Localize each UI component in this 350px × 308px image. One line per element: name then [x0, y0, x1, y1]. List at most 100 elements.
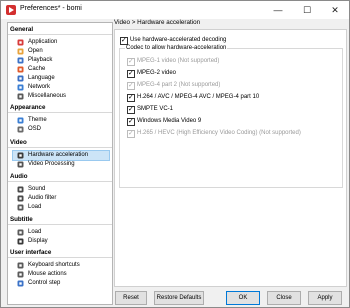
category-separator [8, 147, 112, 148]
category-user-interface[interactable]: User interface [10, 249, 51, 256]
category-general[interactable]: General [10, 26, 33, 33]
sidebar-item-label: Hardware acceleration [28, 152, 89, 158]
sidebar-item-label: Mouse actions [28, 271, 67, 277]
sidebar-item-label: Language [28, 75, 55, 81]
keyboard-icon [17, 262, 24, 269]
osd-icon [17, 126, 24, 133]
codec-checkbox[interactable] [127, 117, 135, 126]
load-icon [17, 204, 24, 211]
sidebar-item-language[interactable]: Language [13, 74, 109, 83]
ok-button[interactable]: OK [226, 291, 260, 305]
hardware-acceleration-icon [17, 152, 24, 159]
network-icon [17, 84, 24, 91]
close-window-button[interactable]: ✕ [325, 2, 345, 18]
category-video[interactable]: Video [10, 139, 27, 146]
application-icon [17, 39, 24, 46]
category-separator [8, 224, 112, 225]
use-hw-decoding-label[interactable]: Use hardware-accelerated decoding [130, 36, 226, 44]
sidebar-item-video-processing[interactable]: Video Processing [13, 160, 109, 169]
play-icon [17, 57, 24, 64]
settings-panel: Use hardware-accelerated decoding Codec … [114, 29, 347, 287]
miscellaneous-icon [17, 93, 24, 100]
category-audio[interactable]: Audio [10, 173, 28, 180]
reset-button[interactable]: Reset [115, 291, 147, 305]
settings-category-tree[interactable]: General Application Open Playback Cache Langu… [7, 22, 113, 305]
sidebar-item-label: Keyboard shortcuts [28, 262, 80, 268]
sidebar-item-open[interactable]: Open [13, 47, 109, 56]
sidebar-item-label: OSD [28, 126, 42, 132]
codec-label[interactable]: Windows Media Video 9 [137, 117, 201, 125]
sidebar-item-miscellaneous[interactable]: Miscellaneous [13, 92, 109, 101]
sidebar-item-label: Application [28, 39, 58, 45]
codec-checkbox [127, 81, 135, 90]
category-separator [8, 181, 112, 182]
sidebar-item-load[interactable]: Load [13, 203, 109, 212]
close-button[interactable]: Close [267, 291, 301, 305]
codec-label[interactable]: H.264 / AVC / MPEG-4 AVC / MPEG-4 part 1… [137, 93, 259, 101]
language-icon [17, 75, 24, 82]
sidebar-item-sound[interactable]: Sound [13, 185, 109, 194]
sidebar-item-label: Load [28, 204, 42, 210]
category-separator [8, 257, 112, 258]
codec-label[interactable]: SMPTE VC-1 [137, 105, 173, 113]
sidebar-item-label: Miscellaneous [28, 93, 67, 99]
title-bar[interactable]: Preferences* - bomi — ☐ ✕ [1, 1, 349, 19]
video-processing-icon [17, 161, 24, 168]
window-title: Preferences* - bomi [20, 5, 82, 12]
codec-checkbox [127, 57, 135, 66]
restore-defaults-button[interactable]: Restore Defaults [154, 291, 204, 305]
sound-icon [17, 186, 24, 193]
codec-group: Codec to allow hardware-acceleration MPE… [119, 45, 343, 188]
open-folder-icon [17, 48, 24, 55]
mouse-icon [17, 271, 24, 278]
sidebar-item-label: Theme [28, 117, 47, 123]
sidebar-item-keyboard-shortcuts[interactable]: Keyboard shortcuts [13, 261, 109, 270]
control-step-icon [17, 280, 24, 287]
codec-checkbox[interactable] [127, 105, 135, 114]
sidebar-item-control-step[interactable]: Control step [13, 279, 109, 288]
codec-label[interactable]: MPEG-2 video [137, 69, 176, 77]
sidebar-item-label: Display [28, 238, 48, 244]
sidebar-item-label: Cache [28, 66, 46, 72]
sidebar-item-label: Load [28, 229, 42, 235]
sidebar-item-label: Video Processing [28, 161, 75, 167]
category-separator [8, 34, 112, 35]
page-breadcrumb: Video > Hardware acceleration [114, 19, 201, 26]
codec-checkbox [127, 129, 135, 138]
minimize-button[interactable]: — [268, 2, 288, 18]
sidebar-item-load[interactable]: Load [13, 228, 109, 237]
sidebar-item-hardware-acceleration[interactable]: Hardware acceleration [12, 150, 110, 161]
codec-checkbox[interactable] [127, 69, 135, 78]
sidebar-item-label: Playback [28, 57, 53, 63]
sidebar-item-osd[interactable]: OSD [13, 125, 109, 134]
sidebar-item-cache[interactable]: Cache [13, 65, 109, 74]
use-hw-decoding-checkbox[interactable] [120, 36, 128, 45]
sidebar-item-network[interactable]: Network [13, 83, 109, 92]
sidebar-item-display[interactable]: Display [13, 237, 109, 246]
load-icon [17, 229, 24, 236]
sidebar-item-label: Open [28, 48, 43, 54]
sidebar-item-label: Network [28, 84, 51, 90]
theme-icon [17, 117, 24, 124]
maximize-button[interactable]: ☐ [297, 2, 317, 18]
sidebar-item-mouse-actions[interactable]: Mouse actions [13, 270, 109, 279]
category-subtitle[interactable]: Subtitle [10, 216, 33, 223]
category-appearance[interactable]: Appearance [10, 104, 45, 111]
codec-checkbox[interactable] [127, 93, 135, 102]
apply-button[interactable]: Apply [308, 291, 342, 305]
sidebar-item-audio-filter[interactable]: Audio filter [13, 194, 109, 203]
sidebar-item-playback[interactable]: Playback [13, 56, 109, 65]
bomi-app-icon [6, 5, 16, 15]
sidebar-item-label: Sound [28, 186, 46, 192]
codec-label: MPEG-1 video (Not supported) [137, 58, 220, 64]
display-icon [17, 238, 24, 245]
sidebar-item-label: Control step [28, 280, 61, 286]
cache-icon [17, 66, 24, 73]
codec-label: MPEG-4 part 2 (Not supported) [137, 82, 221, 88]
audio-filter-icon [17, 195, 24, 202]
sidebar-item-application[interactable]: Application [13, 38, 109, 47]
sidebar-item-theme[interactable]: Theme [13, 116, 109, 125]
category-separator [8, 112, 112, 113]
codec-label: H.265 / HEVC (High Efficiency Video Codi… [137, 130, 301, 136]
sidebar-item-label: Audio filter [28, 195, 57, 201]
